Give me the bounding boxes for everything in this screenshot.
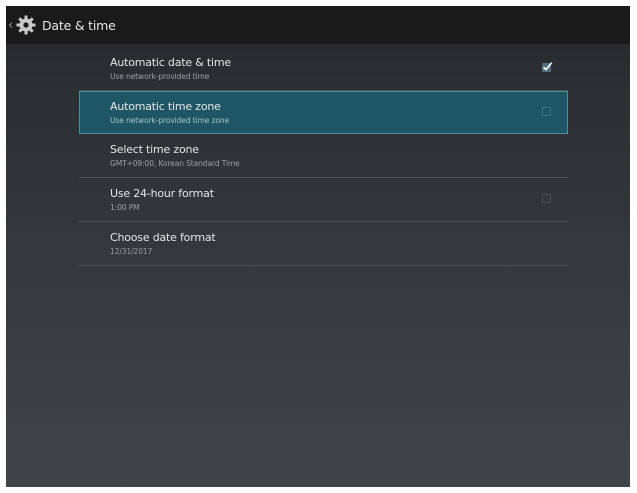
setting-title: Use 24-hour format — [110, 187, 214, 200]
chevron-left-icon[interactable]: ‹ — [8, 19, 14, 32]
setting-title: Choose date format — [110, 231, 216, 244]
settings-screen: ‹ Date & time Automatic date & time Use … — [6, 6, 630, 487]
setting-title: Automatic time zone — [110, 100, 221, 113]
setting-subtitle: Use network-provided time — [110, 72, 210, 81]
setting-subtitle: 12/31/2017 — [110, 247, 153, 256]
setting-choose-date-format[interactable]: Choose date format 12/31/2017 — [79, 222, 568, 266]
action-bar: ‹ Date & time — [6, 6, 630, 44]
setting-subtitle: GMT+09:00, Korean Standard Time — [110, 159, 240, 168]
setting-automatic-time-zone[interactable]: Automatic time zone Use network-provided… — [79, 91, 568, 134]
automatic-date-time-checkbox[interactable] — [542, 62, 553, 72]
page-title: Date & time — [42, 17, 116, 33]
setting-subtitle: Use network-provided time zone — [110, 116, 230, 125]
gear-icon[interactable] — [15, 14, 37, 36]
setting-title: Automatic date & time — [110, 56, 231, 69]
automatic-time-zone-checkbox[interactable] — [542, 107, 551, 116]
setting-subtitle: 1:00 PM — [110, 203, 140, 212]
setting-use-24-hour-format[interactable]: Use 24-hour format 1:00 PM — [79, 178, 568, 222]
setting-title: Select time zone — [110, 143, 199, 156]
setting-select-time-zone[interactable]: Select time zone GMT+09:00, Korean Stand… — [79, 134, 568, 178]
use-24-hour-format-checkbox[interactable] — [542, 194, 551, 203]
settings-list: Automatic date & time Use network-provid… — [79, 47, 568, 266]
checkmark-icon — [542, 62, 553, 71]
setting-automatic-date-time[interactable]: Automatic date & time Use network-provid… — [79, 47, 568, 91]
